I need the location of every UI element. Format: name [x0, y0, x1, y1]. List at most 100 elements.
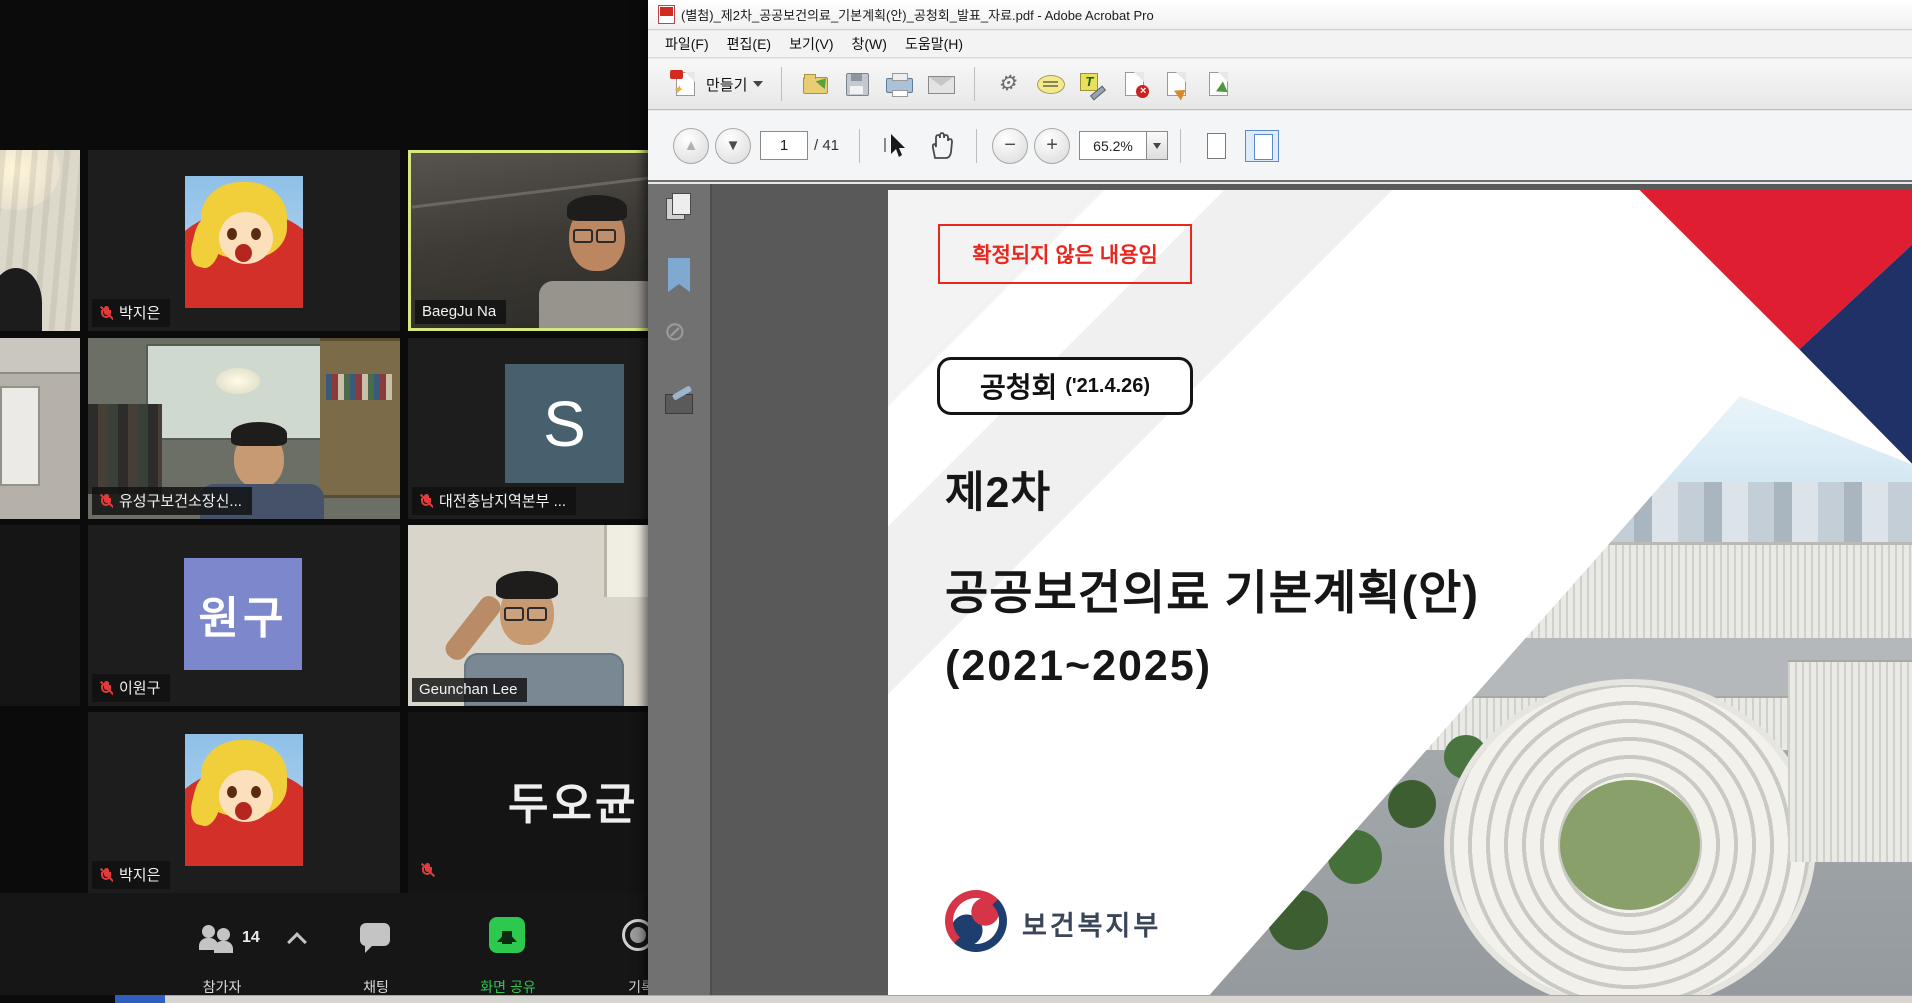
video-tile-baegju-na[interactable]: BaegJu Na	[408, 150, 655, 331]
ministry-name: 보건복지부	[1022, 904, 1161, 943]
muted-mic-icon	[99, 305, 113, 321]
lamp	[216, 368, 260, 394]
create-pdf-button[interactable]: ✦ 만들기	[664, 66, 769, 102]
person-hair	[567, 195, 627, 221]
participant-label: 박지은	[92, 861, 170, 889]
person-hair	[231, 422, 287, 446]
share-screen-icon	[489, 917, 525, 953]
signatures-icon[interactable]	[664, 388, 696, 420]
muted-mic-icon	[99, 867, 113, 883]
menu-window[interactable]: 창(W)	[843, 31, 896, 57]
page-number-input[interactable]: 1	[760, 131, 808, 160]
video-tile-duogyun[interactable]: 두오균	[408, 712, 655, 893]
export-pdf-icon[interactable]	[1161, 70, 1191, 98]
glasses	[504, 607, 547, 617]
menu-view[interactable]: 보기(V)	[780, 31, 842, 57]
zoom-in-button[interactable]: +	[1034, 128, 1070, 164]
zoom-out-button[interactable]: −	[992, 128, 1028, 164]
notice-text: 확정되지 않은 내용임	[972, 239, 1158, 269]
fit-page-icon[interactable]	[1245, 130, 1279, 162]
participants-icon	[200, 925, 240, 953]
taskbar-sliver[interactable]	[115, 995, 165, 1003]
muted-mic-icon	[419, 493, 433, 509]
slide-title-line1: 제2차	[945, 458, 1051, 520]
settings-gear-icon[interactable]: ⚙	[993, 70, 1023, 98]
anime-avatar	[185, 176, 303, 308]
comment-icon[interactable]	[1035, 70, 1065, 98]
toolbar-separator	[1180, 129, 1181, 163]
round-building-court	[1560, 780, 1700, 910]
attachments-paperclip-icon[interactable]: ⊘	[664, 316, 696, 348]
send-file-icon[interactable]	[1203, 70, 1233, 98]
slide-title-line2: 공공보건의료 기본계획(안)	[945, 554, 1479, 623]
chat-label: 채팅	[363, 977, 389, 997]
acrobat-window: (별첨)_제2차_공공보건의료_기본계획(안)_공청회_발표_자료.pdf - …	[648, 0, 1912, 1003]
tree-1	[1268, 890, 1328, 950]
photo-trees	[1218, 750, 1258, 995]
participant-label: Geunchan Lee	[412, 678, 527, 702]
zoom-level-input[interactable]: 65.2%	[1079, 131, 1147, 160]
muted-mic-icon	[99, 493, 113, 509]
navigation-toolbar: ▲ ▼ 1 / 41 − + 65.2%	[648, 111, 1912, 182]
chevron-up-icon[interactable]	[287, 932, 307, 952]
video-tile-daejeon[interactable]: S 대전충남지역본부 ...	[408, 338, 655, 519]
print-icon[interactable]	[884, 70, 914, 98]
toolbar-separator	[781, 67, 782, 101]
horizontal-scrollbar[interactable]	[165, 995, 1912, 1003]
text-avatar: 원구	[184, 558, 302, 670]
toolbar-separator	[859, 129, 860, 163]
muted-mic-icon	[99, 680, 113, 696]
event-date: ('21.4.26)	[1065, 375, 1150, 398]
share-screen-label: 화면 공유	[480, 977, 535, 997]
books	[326, 374, 392, 400]
video-tile-geunchan-lee[interactable]: Geunchan Lee	[408, 525, 655, 706]
participant-name-large: 두오균	[508, 768, 638, 832]
video-tile-leewongu[interactable]: 원구 이원구	[88, 525, 400, 706]
event-name: 공청회	[980, 366, 1057, 406]
save-icon[interactable]	[842, 70, 872, 98]
bookmarks-icon[interactable]	[668, 258, 700, 290]
highlight-text-icon[interactable]: T	[1077, 70, 1107, 98]
dropdown-caret-icon	[753, 81, 763, 92]
pdf-page[interactable]: 확정되지 않은 내용임 공청회 ('21.4.26) 제2차 공공보건의료 기본…	[888, 190, 1912, 995]
chat-icon	[360, 923, 390, 946]
video-tile-partial-room[interactable]	[0, 338, 80, 519]
person-hair	[496, 571, 558, 599]
video-tile-parkjieun-2[interactable]: 박지은	[88, 712, 400, 893]
previous-page-button[interactable]: ▲	[673, 128, 709, 164]
hand-tool-icon[interactable]	[924, 130, 958, 162]
titlebar[interactable]: (별첨)_제2차_공공보건의료_기본계획(안)_공청회_발표_자료.pdf - …	[648, 0, 1912, 30]
create-pdf-icon: ✦	[670, 70, 700, 98]
video-tile-yuseonggu[interactable]: 유성구보건소장신...	[88, 338, 400, 519]
notice-box: 확정되지 않은 내용임	[938, 224, 1192, 284]
delete-pages-icon[interactable]: ×	[1119, 70, 1149, 98]
participant-label: 박지은	[92, 299, 170, 327]
participants-label: 참가자	[203, 977, 242, 997]
slide-title-line3: (2021~2025)	[945, 642, 1212, 691]
menu-help[interactable]: 도움말(H)	[896, 31, 972, 57]
page-thumbnails-icon[interactable]	[664, 192, 696, 224]
menubar: 파일(F) 편집(E) 보기(V) 창(W) 도움말(H)	[648, 31, 1912, 58]
event-box: 공청회 ('21.4.26)	[937, 357, 1193, 415]
video-tile-partial-curtain[interactable]	[0, 150, 80, 331]
document-area: ⊘	[648, 184, 1912, 995]
participant-label: 유성구보건소장신...	[92, 487, 252, 515]
tree-3	[1388, 780, 1436, 828]
person-shoulders	[539, 281, 655, 331]
whiteboard	[0, 386, 40, 486]
participant-label: 이원구	[92, 674, 170, 702]
scrolling-mode-icon[interactable]	[1199, 130, 1233, 162]
next-page-button[interactable]: ▼	[715, 128, 751, 164]
video-tile-parkjieun-1[interactable]: 박지은	[88, 150, 400, 331]
photo-right-buildings	[1788, 660, 1912, 862]
tree-2	[1328, 830, 1382, 884]
open-file-icon[interactable]	[800, 70, 830, 98]
email-icon[interactable]	[926, 70, 956, 98]
select-tool-icon[interactable]	[878, 130, 912, 162]
menu-file[interactable]: 파일(F)	[656, 31, 718, 57]
menu-edit[interactable]: 편집(E)	[718, 31, 780, 57]
clothes-rack	[88, 404, 162, 494]
zoom-dropdown-button[interactable]	[1147, 131, 1168, 160]
participants-count: 14	[242, 929, 260, 947]
video-tile-partial-dark[interactable]	[0, 525, 80, 706]
